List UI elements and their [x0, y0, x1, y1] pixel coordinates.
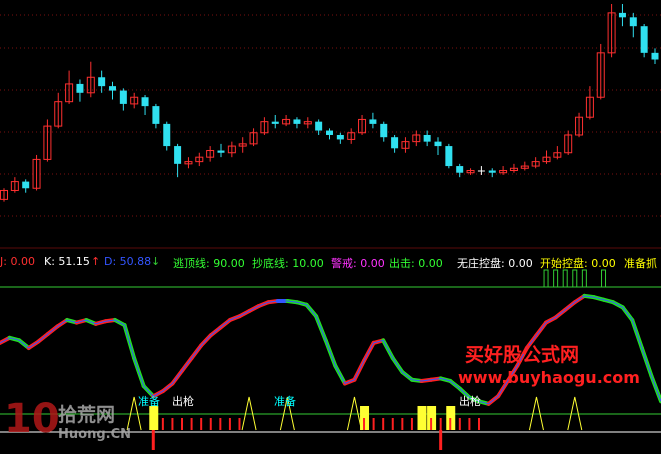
candle-body — [336, 134, 344, 140]
escape-top-line-value: 逃顶线: 90.00 — [173, 257, 245, 270]
strike-value: 出击: 0.00 — [389, 257, 443, 270]
candle-body — [456, 166, 464, 173]
brand-watermark-url: www.buyhaogu.com — [458, 368, 640, 387]
candle-body — [293, 119, 301, 124]
candle-body — [423, 134, 431, 142]
candle-body — [445, 146, 453, 167]
control-spike-3 — [572, 269, 578, 287]
brand-watermark-cn: 买好股公式网 — [465, 344, 580, 366]
candle-body — [326, 130, 333, 135]
candle-body — [109, 86, 116, 91]
candle-body — [98, 77, 106, 87]
fire-label-1: 出枪 — [172, 395, 194, 408]
candle-body — [488, 170, 496, 173]
candle-body — [640, 26, 648, 53]
control-spike-5 — [601, 269, 607, 287]
candle-body — [217, 150, 225, 153]
prepare-signal-bar — [417, 406, 427, 430]
candle-body — [618, 12, 626, 18]
fire-label-2: 出枪 — [459, 395, 481, 408]
alert-value: 警戒: 0.00 — [331, 257, 385, 270]
control-spike-1 — [553, 269, 559, 287]
logo-url: Huong.CN — [58, 427, 131, 442]
no-dealer-control-value: 无庄控盘: 0.00 — [457, 257, 533, 270]
start-control-value: 开始控盘: 0.00 — [540, 257, 616, 270]
candle-body — [315, 121, 323, 131]
candlestick-series — [0, 4, 659, 202]
prepare-label-1: 准备 — [138, 395, 160, 408]
signal-markers — [149, 406, 480, 450]
candle-body — [163, 123, 171, 147]
candle-body — [119, 90, 127, 104]
bottom-fishing-line-value: 抄底线: 10.00 — [252, 257, 324, 270]
candle-body — [629, 17, 637, 27]
candle-body — [369, 119, 377, 124]
candle-body — [651, 52, 659, 60]
candle-body — [76, 83, 84, 93]
candle-body — [152, 106, 160, 124]
candle-body — [434, 141, 442, 147]
d-value: D: 50.88 — [104, 255, 152, 268]
logo-cn: 拾荒网 — [58, 404, 116, 426]
prepare-label-2: 准备 — [274, 395, 296, 408]
k-value: K: 51.15 — [44, 255, 90, 268]
j-value: J: 0.00 — [0, 255, 35, 268]
prepare-signal-bar — [149, 406, 159, 430]
prepare-catch-value: 准备抓 — [624, 257, 657, 270]
control-spike-0 — [543, 269, 549, 287]
candle-body — [141, 97, 149, 107]
candle-body — [271, 121, 279, 124]
k-up-arrow-icon: ↑ — [91, 255, 101, 268]
candle-body — [174, 146, 182, 164]
candle-body — [380, 123, 388, 138]
control-spike-2 — [562, 269, 568, 287]
control-spike-4 — [581, 269, 587, 287]
d-down-arrow-icon: ↓ — [151, 255, 161, 268]
logo-number: 10 — [4, 396, 60, 442]
candle-body — [22, 181, 30, 189]
price-grid — [0, 14, 661, 217]
candle-body — [391, 137, 399, 149]
candle-body — [477, 170, 485, 172]
